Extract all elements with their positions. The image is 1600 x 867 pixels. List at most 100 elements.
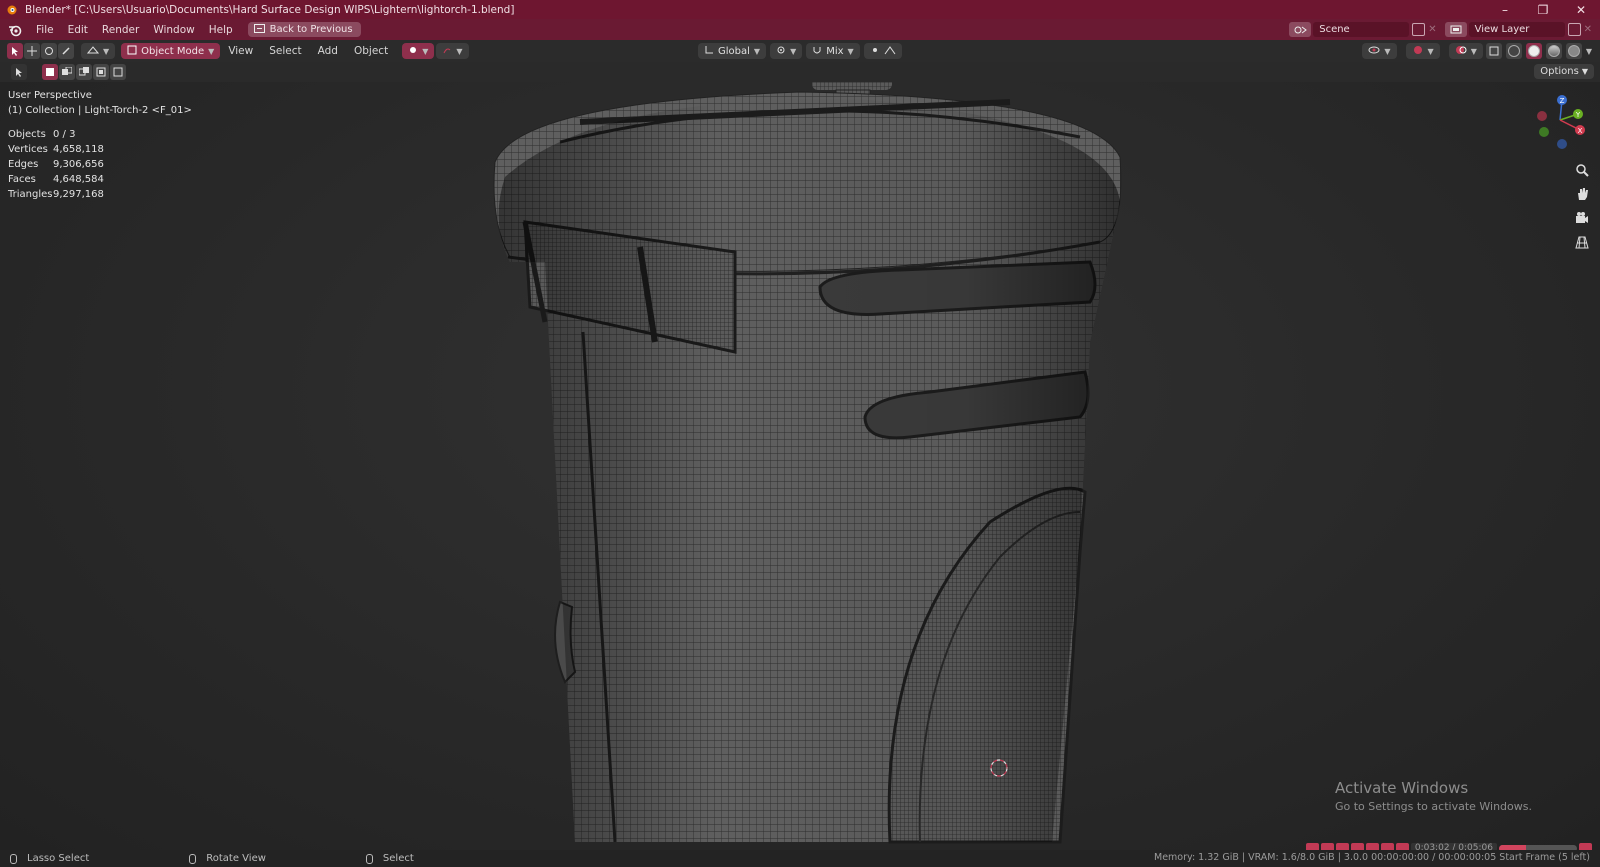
xray-toggle-icon[interactable] (1485, 43, 1502, 59)
stat-value: 4,658,118 (53, 144, 104, 155)
mouse-left-icon (10, 853, 17, 864)
stat-row: Faces 4,648,584 (8, 172, 104, 187)
delete-view-layer-icon[interactable]: ✕ (1584, 24, 1592, 35)
chevron-down-icon: ▼ (208, 46, 215, 56)
menu-file[interactable]: File (29, 24, 61, 36)
viewport-collection-label: (1) Collection | Light-Torch-2 <F_01> (8, 105, 192, 116)
falloff-curve-icon (884, 45, 896, 58)
zoom-icon[interactable] (1572, 160, 1592, 180)
ortho-grid-icon[interactable] (1572, 232, 1592, 252)
scene-name-field[interactable]: Scene (1313, 22, 1410, 37)
solid-shading-icon[interactable] (1525, 43, 1542, 59)
header-menu-object[interactable]: Object (346, 45, 396, 57)
stat-value: 9,306,656 (53, 159, 104, 170)
rotate-tool-icon[interactable] (41, 43, 57, 59)
close-button[interactable]: ✕ (1562, 0, 1600, 19)
delete-scene-icon[interactable]: ✕ (1428, 24, 1436, 35)
snap-mode-dropdown[interactable]: Mix ▼ (806, 43, 860, 59)
stat-row: Vertices 4,658,118 (8, 142, 104, 157)
window-title: Blender* [C:\Users\Usuario\Documents\Har… (25, 3, 515, 16)
snap-magnet-icon (812, 45, 822, 58)
menu-edit[interactable]: Edit (61, 24, 95, 36)
stat-label: Objects (8, 129, 46, 140)
transform-orientation-dropdown[interactable]: Global ▼ (698, 43, 767, 59)
scene-selector-icon[interactable] (1289, 22, 1312, 37)
orientation-axes-icon (704, 45, 714, 58)
object-mode-icon (127, 45, 137, 58)
stat-row: Edges 9,306,656 (8, 157, 104, 172)
menu-help[interactable]: Help (202, 24, 240, 36)
chevron-down-icon: ▼ (1470, 46, 1477, 56)
blender-menu-icon[interactable] (7, 22, 23, 38)
status-select-label: Select (382, 853, 414, 864)
status-lasso-label: Lasso Select (27, 853, 90, 864)
snap-mode-label: Mix (826, 45, 844, 57)
header-menu-add[interactable]: Add (310, 45, 346, 57)
move-tool-icon[interactable] (24, 43, 40, 59)
menu-window[interactable]: Window (146, 24, 201, 36)
gizmos-dropdown[interactable]: ▼ (1405, 43, 1440, 59)
select-new-icon[interactable] (42, 64, 58, 80)
chevron-down-icon: ▼ (1427, 46, 1434, 56)
stat-value: 0 / 3 (53, 129, 76, 140)
navigation-gizmo[interactable]: Z Y X (1530, 92, 1590, 152)
lighttorch-wireframe-model (493, 82, 1122, 844)
stat-value: 4,648,584 (53, 174, 104, 185)
back-to-previous-button[interactable]: Back to Previous (247, 22, 361, 37)
gizmo-icon (408, 45, 418, 58)
select-subtract-icon[interactable] (76, 64, 92, 80)
gizmo-toggle-dropdown[interactable]: ▼ (402, 43, 435, 59)
restore-button[interactable]: ❐ (1524, 0, 1562, 19)
chevron-down-icon: ▼ (422, 46, 429, 56)
overlay-link-dropdown[interactable]: ▼ (436, 43, 469, 59)
header-menu-view[interactable]: View (220, 45, 261, 57)
camera-view-icon[interactable] (1572, 208, 1592, 228)
object-mode-label: Object Mode (141, 45, 205, 57)
visibility-dropdown[interactable]: ▼ (1362, 43, 1397, 59)
material-shading-icon[interactable] (1545, 43, 1562, 59)
pan-hand-icon[interactable] (1572, 184, 1592, 204)
minimize-button[interactable]: – (1486, 0, 1524, 19)
overlays-dropdown[interactable]: ▼ (1448, 43, 1483, 59)
chevron-down-icon: ▼ (1384, 46, 1391, 56)
back-to-previous-label: Back to Previous (269, 24, 353, 35)
chevron-down-icon: ▼ (1581, 67, 1588, 76)
mouse-right-icon (365, 853, 373, 864)
title-bar: Blender* [C:\Users\Usuario\Documents\Har… (0, 0, 1600, 19)
status-select: Select (365, 853, 414, 864)
rendered-shading-icon[interactable] (1565, 43, 1582, 59)
select-tool-icon[interactable] (7, 43, 23, 59)
proportional-edit-icon (870, 45, 880, 58)
select-intersect-icon[interactable] (110, 64, 126, 80)
status-lasso: Lasso Select (10, 853, 89, 864)
link-tool-icon[interactable] (58, 43, 74, 59)
header-menu-select[interactable]: Select (261, 45, 309, 57)
stat-label: Edges (8, 159, 39, 170)
chevron-down-icon: ▼ (103, 46, 110, 56)
3d-viewport[interactable]: User Perspective (1) Collection | Light-… (0, 82, 1600, 850)
shading-options-chevron-icon[interactable]: ▼ (1586, 47, 1592, 56)
svg-text:Y: Y (1575, 111, 1581, 119)
menu-render[interactable]: Render (95, 24, 146, 36)
cursor-tool-icon[interactable] (11, 64, 27, 80)
stat-label: Vertices (8, 144, 48, 155)
object-mode-dropdown[interactable]: Object Mode ▼ (121, 43, 221, 59)
proportional-edit-dropdown[interactable] (863, 43, 902, 59)
options-dropdown[interactable]: Options ▼ (1534, 64, 1594, 79)
select-extend-icon[interactable] (59, 64, 75, 80)
viewport-header: ▼ Object Mode ▼ View Select Add Object ▼… (0, 40, 1600, 62)
pivot-point-dropdown[interactable]: ▼ (770, 43, 803, 59)
select-invert-icon[interactable] (93, 64, 109, 80)
svg-text:Z: Z (1560, 97, 1565, 105)
viewport-perspective-label: User Perspective (8, 90, 92, 101)
new-view-layer-icon[interactable] (1567, 23, 1581, 36)
eye-icon (1368, 45, 1380, 58)
back-screen-icon (253, 23, 265, 36)
stat-label: Triangles (8, 189, 53, 200)
blender-app-icon (5, 3, 19, 17)
wireframe-shading-icon[interactable] (1505, 43, 1522, 59)
editor-type-dropdown[interactable]: ▼ (81, 43, 116, 59)
view-layer-selector-icon[interactable] (1444, 22, 1467, 37)
view-layer-name-field[interactable]: View Layer (1468, 22, 1565, 37)
new-scene-icon[interactable] (1412, 23, 1426, 36)
